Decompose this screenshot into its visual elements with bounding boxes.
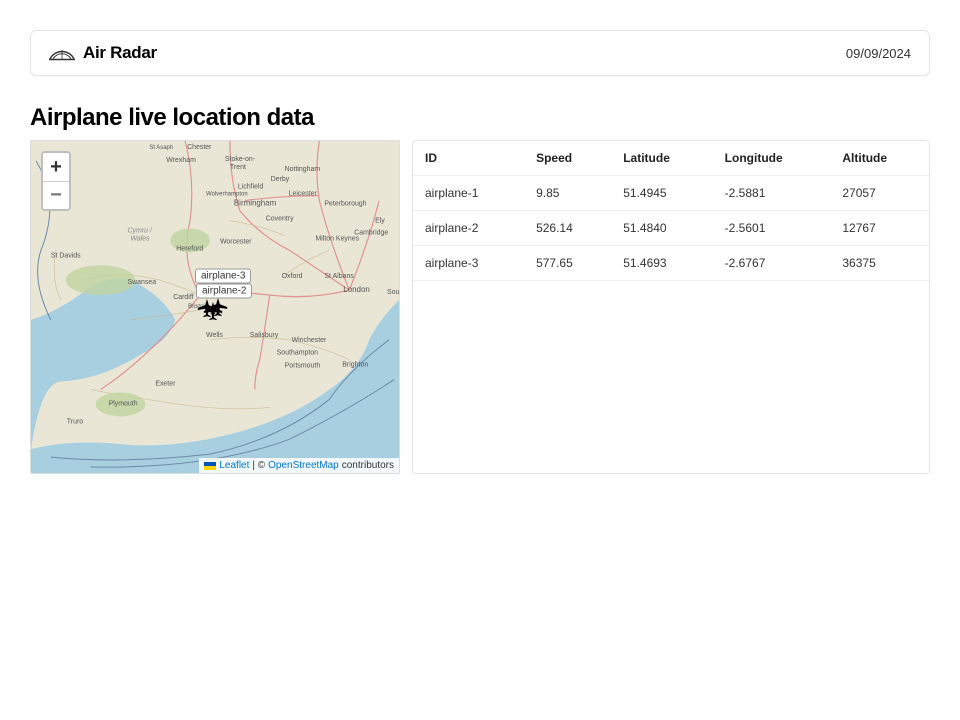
svg-text:Wells: Wells — [206, 332, 223, 339]
svg-text:Oxford: Oxford — [282, 273, 303, 280]
svg-text:Birmingham: Birmingham — [234, 199, 277, 208]
svg-text:Plymouth: Plymouth — [109, 400, 138, 407]
col-id: ID — [413, 141, 524, 176]
svg-text:Leicester: Leicester — [289, 191, 318, 198]
svg-text:Cambridge: Cambridge — [354, 229, 388, 236]
zoom-control: + − — [41, 151, 71, 211]
col-altitude: Altitude — [830, 141, 929, 176]
data-table: ID Speed Latitude Longitude Altitude air… — [412, 140, 930, 474]
svg-text:Exeter: Exeter — [155, 381, 176, 388]
header-date: 09/09/2024 — [846, 46, 911, 61]
svg-text:Cymru /: Cymru / — [127, 227, 152, 234]
svg-text:Coventry: Coventry — [266, 216, 294, 223]
svg-text:Peterborough: Peterborough — [324, 201, 366, 208]
leaflet-link[interactable]: Leaflet — [219, 460, 249, 471]
svg-text:Winchester: Winchester — [292, 337, 327, 344]
map[interactable]: St Davids Swansea Cardiff Hereford Wells… — [30, 140, 400, 474]
svg-text:Brighton: Brighton — [342, 362, 368, 369]
table-row: airplane-2 526.14 51.4840 -2.5601 12767 — [413, 211, 929, 246]
svg-text:Lichfield: Lichfield — [238, 184, 264, 191]
ukraine-flag-icon — [204, 462, 216, 470]
svg-text:St Asaph: St Asaph — [149, 145, 173, 151]
table-row: airplane-3 577.65 51.4693 -2.6767 36375 — [413, 246, 929, 281]
svg-text:St Albans: St Albans — [324, 273, 354, 280]
svg-text:Ely: Ely — [375, 218, 385, 225]
col-latitude: Latitude — [611, 141, 712, 176]
radar-icon — [49, 45, 75, 61]
svg-text:Cardiff: Cardiff — [173, 294, 193, 301]
svg-text:Milton Keynes: Milton Keynes — [315, 235, 359, 242]
map-tooltip: airplane-3 — [195, 269, 251, 284]
svg-text:Stoke-on-: Stoke-on- — [225, 156, 255, 163]
plane-marker-icon[interactable] — [207, 296, 229, 318]
header-card: Air Radar 09/09/2024 — [30, 30, 930, 76]
svg-text:Derby: Derby — [271, 176, 290, 183]
svg-text:Chester: Chester — [187, 144, 212, 151]
osm-link[interactable]: OpenStreetMap — [268, 460, 339, 471]
svg-text:Trent: Trent — [230, 164, 246, 171]
zoom-in-button[interactable]: + — [43, 153, 69, 181]
svg-text:St Davids: St Davids — [51, 252, 81, 259]
svg-text:London: London — [343, 285, 370, 294]
col-longitude: Longitude — [713, 141, 831, 176]
svg-text:Truro: Truro — [67, 418, 83, 425]
svg-text:Portsmouth: Portsmouth — [285, 363, 321, 370]
brand: Air Radar — [49, 43, 157, 63]
svg-text:Worcester: Worcester — [220, 238, 252, 245]
svg-text:Hereford: Hereford — [176, 245, 203, 252]
svg-text:Wales: Wales — [130, 235, 150, 242]
brand-name: Air Radar — [83, 43, 157, 63]
svg-text:Swansea: Swansea — [127, 279, 156, 286]
svg-text:Sou: Sou — [387, 289, 399, 296]
map-attribution: Leaflet | © OpenStreetMap contributors — [199, 458, 399, 473]
map-tooltip: airplane-2 — [196, 284, 252, 299]
table-row: airplane-1 9.85 51.4945 -2.5881 27057 — [413, 176, 929, 211]
svg-text:Salisbury: Salisbury — [250, 332, 279, 339]
svg-text:Wrexham: Wrexham — [166, 157, 196, 164]
col-speed: Speed — [524, 141, 611, 176]
svg-text:Southampton: Southampton — [277, 350, 319, 357]
zoom-out-button[interactable]: − — [43, 181, 69, 209]
svg-text:Wolverhampton: Wolverhampton — [206, 192, 248, 198]
table-header-row: ID Speed Latitude Longitude Altitude — [413, 141, 929, 176]
page-title: Airplane live location data — [30, 104, 930, 132]
svg-text:Nottingham: Nottingham — [285, 166, 321, 173]
